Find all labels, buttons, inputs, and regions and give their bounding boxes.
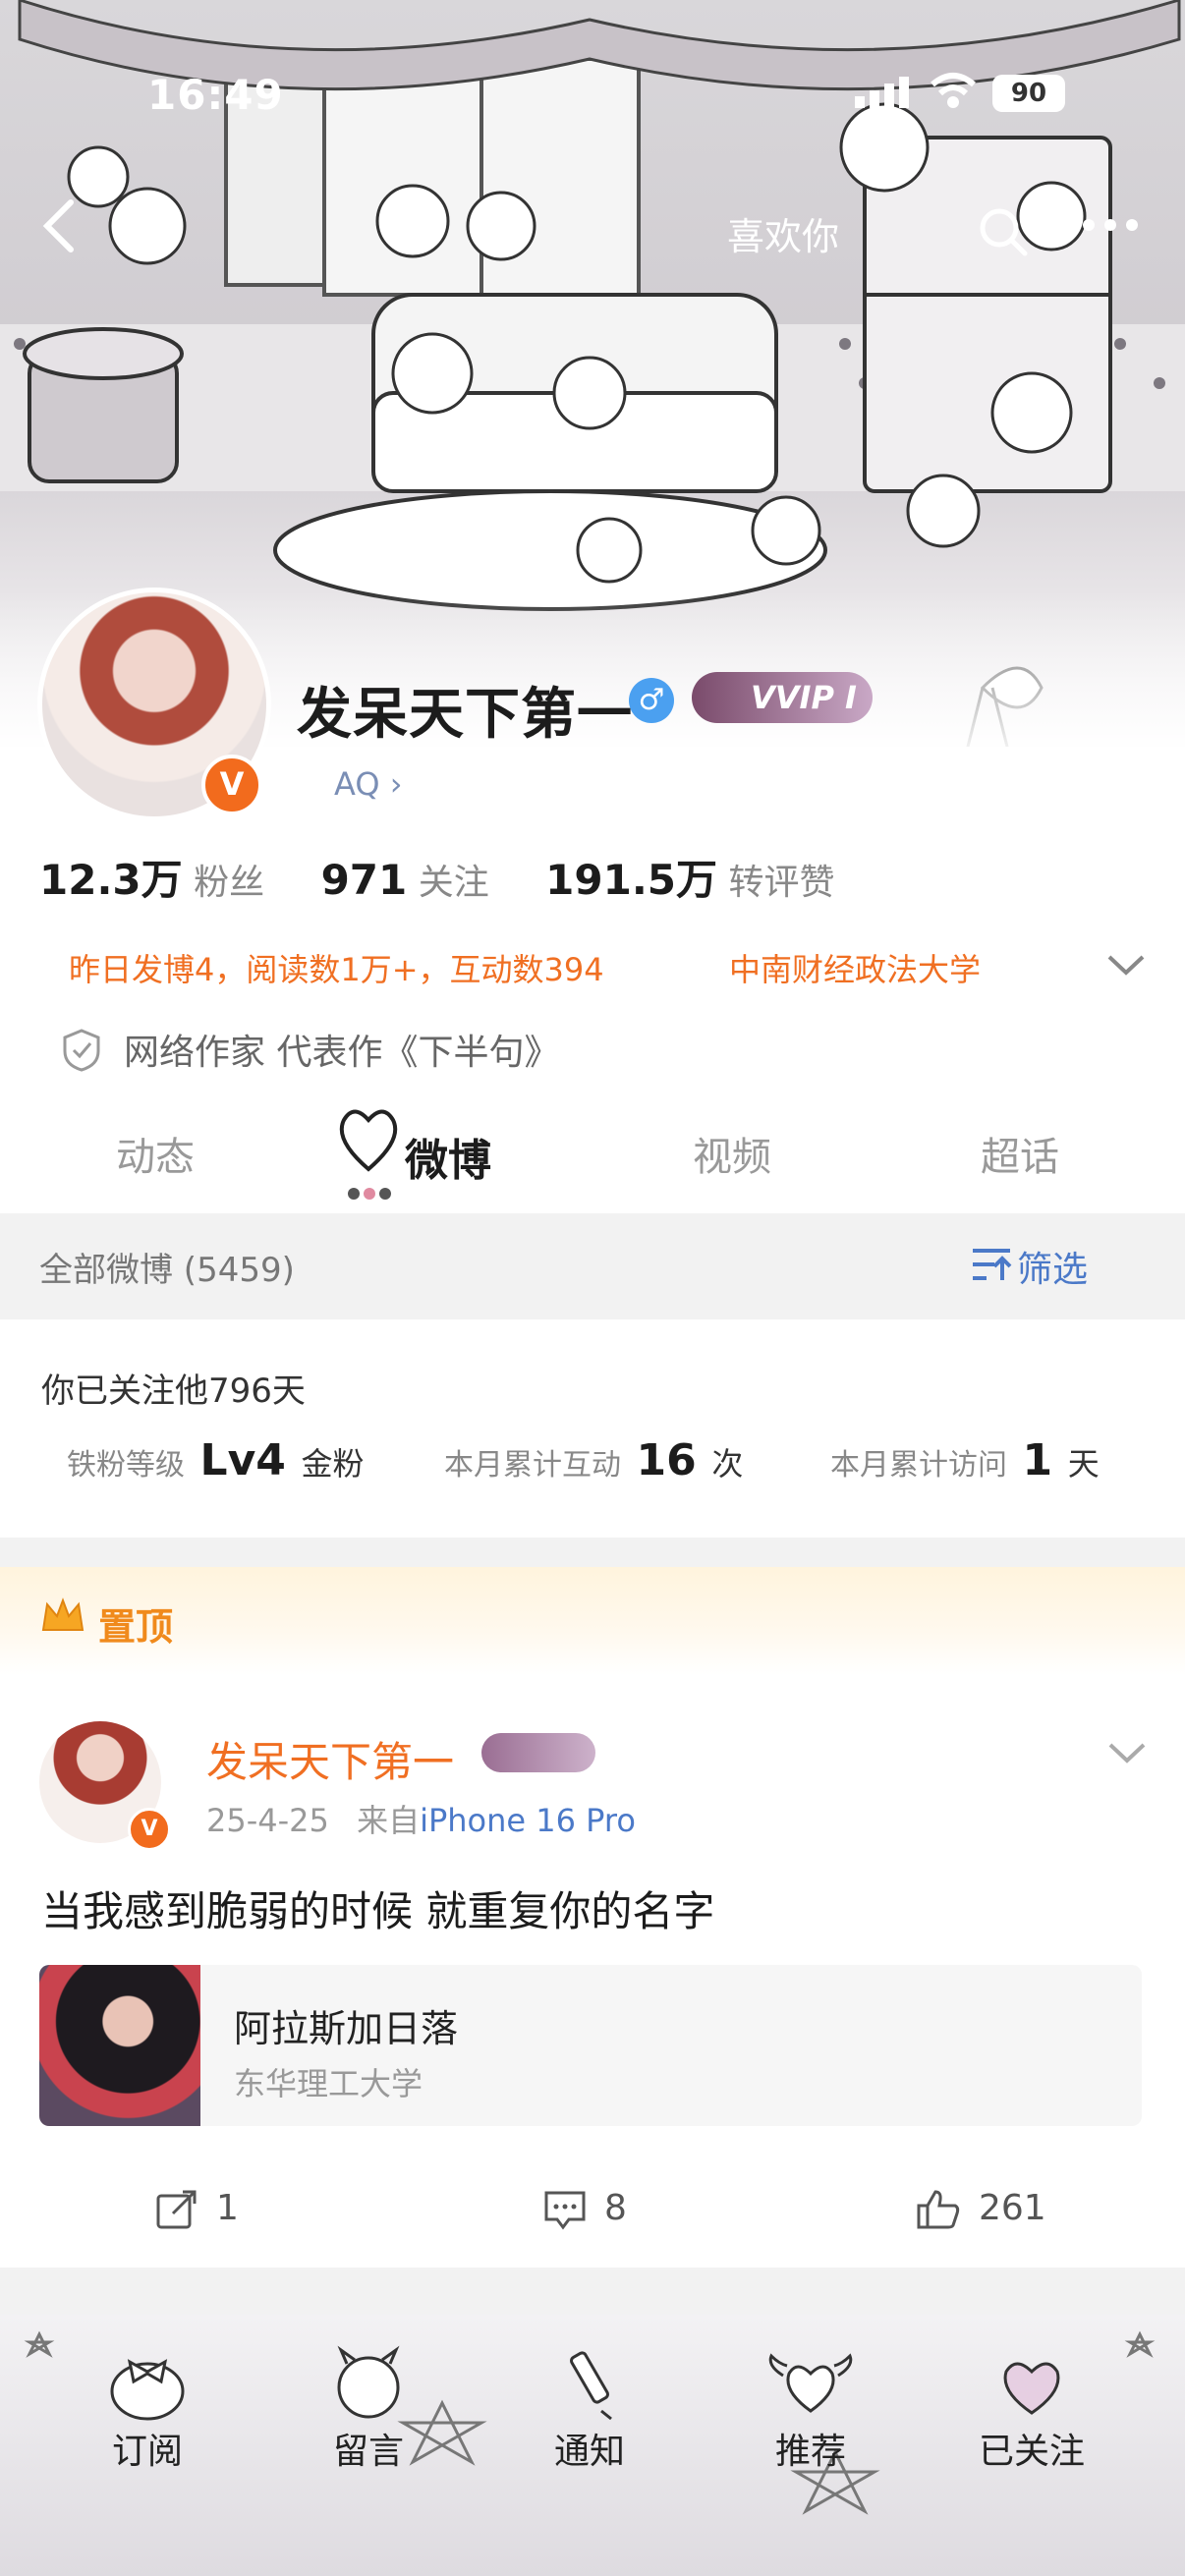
filter-icon[interactable] <box>971 1245 1014 1284</box>
interaction-value: 16 <box>636 1435 697 1485</box>
follow-days-text: 你已关注他796天 <box>41 1372 306 1411</box>
comment-count: 8 <box>604 2188 627 2228</box>
fan-level-unit: 金粉 <box>301 1445 365 1483</box>
male-gender-icon: ♂ <box>629 678 674 723</box>
like-button[interactable]: 261 <box>916 2188 1046 2231</box>
repost-count: 1 <box>216 2188 239 2228</box>
nav-following[interactable]: 已关注 <box>948 2423 1115 2474</box>
card-title: 阿拉斯加日落 <box>234 2007 459 2050</box>
post-date: 25-4-25 <box>206 1802 329 1839</box>
certification-text: 网络作家 代表作《下半句》 <box>124 1033 560 1073</box>
stat-label: 粉丝 <box>194 863 265 903</box>
thumbs-up-icon <box>917 2190 960 2229</box>
back-icon[interactable] <box>39 196 79 255</box>
nav-messages[interactable]: 留言 <box>285 2423 452 2474</box>
card-thumbnail <box>39 1965 200 2126</box>
battery-indicator: 90 <box>992 75 1065 112</box>
bottom-nav: 订阅 留言 通知 推荐 已关注 <box>0 2315 1185 2576</box>
repost-icon <box>156 2190 197 2229</box>
post-meta: 25-4-25 来自iPhone 16 Pro <box>206 1796 636 1841</box>
school-label: 中南财经政法大学 <box>729 951 982 988</box>
visit-unit: 天 <box>1067 1445 1100 1483</box>
stat-label: 关注 <box>418 863 489 903</box>
chevron-right-icon: › <box>389 765 403 803</box>
like-count: 261 <box>979 2188 1046 2228</box>
comment-icon <box>544 2191 586 2230</box>
interaction-label: 本月累计互动 <box>444 1448 621 1483</box>
stat-value: 191.5万 <box>545 856 718 904</box>
repost-button[interactable]: 1 <box>155 2188 239 2231</box>
post-source[interactable]: iPhone 16 Pro <box>420 1802 636 1839</box>
crown-icon <box>41 1597 85 1631</box>
profile-stats: 12.3万 粉丝 971 关注 191.5万 转评赞 <box>39 847 879 907</box>
visit-value: 1 <box>1022 1435 1053 1485</box>
divider <box>0 1538 1185 1567</box>
verified-badge: V <box>128 1808 171 1851</box>
visit-label: 本月累计访问 <box>830 1448 1007 1483</box>
chevron-down-icon[interactable] <box>1106 1739 1148 1766</box>
activity-summary: 昨日发博4，阅读数1万+，互动数394 <box>69 951 604 988</box>
tab-video[interactable]: 视频 <box>693 1125 771 1182</box>
ip-chip-label: AQ <box>334 765 380 803</box>
wifi-icon <box>931 73 976 108</box>
filter-button[interactable]: 筛选 <box>1017 1241 1088 1292</box>
profile-tabs: 动态 微博 视频 超话 <box>0 1095 1185 1213</box>
stat-engagement[interactable]: 191.5万 转评赞 <box>545 856 835 904</box>
divider <box>0 2268 1185 2315</box>
post-source-prefix: 来自 <box>357 1802 421 1839</box>
top-bar-title[interactable]: 喜欢你 <box>727 206 839 260</box>
cellular-signal-icon <box>855 77 909 108</box>
verified-badge: V <box>201 755 262 815</box>
stat-value: 971 <box>320 856 408 904</box>
syringe-icon <box>570 2351 612 2421</box>
stat-followers[interactable]: 12.3万 粉丝 <box>39 856 276 904</box>
profile-name: 发呆天下第一 <box>297 683 633 747</box>
tab-supertopic[interactable]: 超话 <box>981 1125 1059 1182</box>
fan-level-value: Lv4 <box>199 1435 286 1485</box>
card-subtitle: 东华理工大学 <box>234 2065 423 2102</box>
pinned-header: 置顶 <box>0 1567 1185 1675</box>
bow-bunny-icon <box>110 2359 185 2421</box>
heart-ribbon-icon <box>339 1109 398 1200</box>
chevron-down-icon[interactable] <box>1105 951 1147 979</box>
comment-button[interactable]: 8 <box>543 2188 627 2231</box>
fan-info-panel: 你已关注他796天 铁粉等级 Lv4 金粉 本月累计互动 16 次 本月累计访问… <box>0 1319 1185 1538</box>
heart-bottle-icon <box>1003 2362 1060 2415</box>
monthly-visits: 本月累计访问 1 天 <box>830 1435 1100 1485</box>
interaction-unit: 次 <box>711 1445 744 1483</box>
more-icon[interactable] <box>1081 218 1140 232</box>
monthly-interaction: 本月累计互动 16 次 <box>444 1435 743 1485</box>
tab-dynamic[interactable]: 动态 <box>116 1125 195 1182</box>
stat-label: 转评赞 <box>728 863 835 903</box>
search-icon[interactable] <box>978 206 1029 257</box>
linked-card[interactable]: 阿拉斯加日落 东华理工大学 <box>39 1965 1142 2126</box>
winged-heart-icon <box>768 2353 853 2413</box>
nav-notifications[interactable]: 通知 <box>506 2423 673 2474</box>
shield-check-icon <box>63 1029 100 1072</box>
post-text: 当我感到脆弱的时候 就重复你的名字 <box>41 1887 715 1935</box>
ip-location-chip[interactable]: AQ › <box>305 756 432 812</box>
fan-level[interactable]: 铁粉等级 Lv4 金粉 <box>67 1435 364 1485</box>
stat-value: 12.3万 <box>39 856 183 904</box>
vip-badge-small <box>481 1733 595 1772</box>
nav-subscribe[interactable]: 订阅 <box>64 2423 231 2474</box>
pinned-label: 置顶 <box>98 1605 174 1649</box>
post-author-name[interactable]: 发呆天下第一 <box>206 1729 454 1789</box>
stat-following[interactable]: 971 关注 <box>321 856 501 904</box>
weibo-filter-bar: 全部微博 (5459) 筛选 <box>0 1213 1185 1319</box>
vip-badge[interactable]: VVIP I <box>692 672 873 723</box>
tab-weibo[interactable]: 微博 <box>405 1125 491 1188</box>
all-weibo-count: 全部微博 (5459) <box>39 1251 295 1290</box>
fan-level-label: 铁粉等级 <box>67 1448 185 1483</box>
status-time: 16:49 <box>147 71 284 119</box>
post-actions: 1 8 261 <box>0 2176 1185 2255</box>
nav-recommend[interactable]: 推荐 <box>727 2423 894 2474</box>
devil-chick-icon <box>337 2345 400 2419</box>
